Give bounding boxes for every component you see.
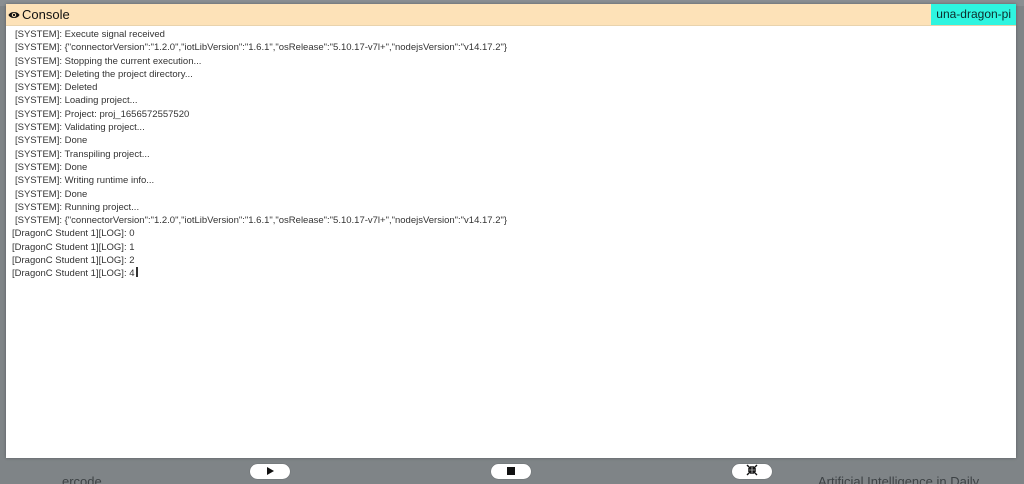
- system-log-line: [SYSTEM]: {"connectorVersion":"1.2.0","i…: [15, 215, 508, 227]
- user-log-line: [DragonC Student 1][LOG]: 0: [12, 228, 135, 240]
- stop-icon: [506, 463, 516, 481]
- text-caret: [135, 267, 138, 278]
- console-output[interactable]: [SYSTEM]: Execute signal received [SYSTEM…: [6, 26, 1016, 281]
- system-log-line: [SYSTEM]: Running project...: [15, 201, 140, 213]
- system-log-line: [SYSTEM]: {"connectorVersion":"1.2.0","i…: [15, 42, 508, 54]
- user-log-line: [DragonC Student 1][LOG]: 1: [12, 241, 135, 253]
- console-window: Console una-dragon-pi [SYSTEM]: Execute …: [6, 4, 1016, 458]
- system-log-line: [SYSTEM]: Execute signal received: [15, 29, 165, 40]
- eye-icon: [8, 9, 20, 21]
- collapse-button[interactable]: [732, 464, 772, 479]
- system-log-line: [SYSTEM]: Deleting the project directory…: [15, 68, 193, 80]
- system-log-line: [SYSTEM]: Transpiling project...: [15, 148, 150, 160]
- console-title: Console: [22, 7, 70, 22]
- console-controls: [0, 464, 1024, 480]
- system-log-line: [SYSTEM]: Validating project...: [15, 122, 145, 134]
- user-log-line: [DragonC Student 1][LOG]: 4: [12, 267, 1016, 280]
- stop-button[interactable]: [491, 464, 531, 479]
- console-header-left: Console: [6, 7, 70, 22]
- collapse-icon: [746, 463, 758, 481]
- system-log-line: [SYSTEM]: Done: [15, 161, 88, 173]
- system-log-line: [SYSTEM]: Deleted: [15, 82, 98, 94]
- system-log-line: [SYSTEM]: Done: [15, 135, 88, 147]
- device-name-badge[interactable]: una-dragon-pi: [931, 4, 1016, 25]
- system-log-line: [SYSTEM]: Loading project...: [15, 95, 138, 107]
- play-button[interactable]: [250, 464, 290, 479]
- system-log-line: [SYSTEM]: Writing runtime info...: [15, 175, 155, 187]
- system-log-line: [SYSTEM]: Stopping the current execution…: [15, 55, 202, 67]
- play-icon: [265, 463, 275, 481]
- system-log-line: [SYSTEM]: Done: [15, 188, 88, 200]
- system-log-line: [SYSTEM]: Project: proj_1656572557520: [15, 108, 190, 120]
- console-header: Console una-dragon-pi: [6, 4, 1016, 26]
- user-log-line: [DragonC Student 1][LOG]: 2: [12, 255, 135, 267]
